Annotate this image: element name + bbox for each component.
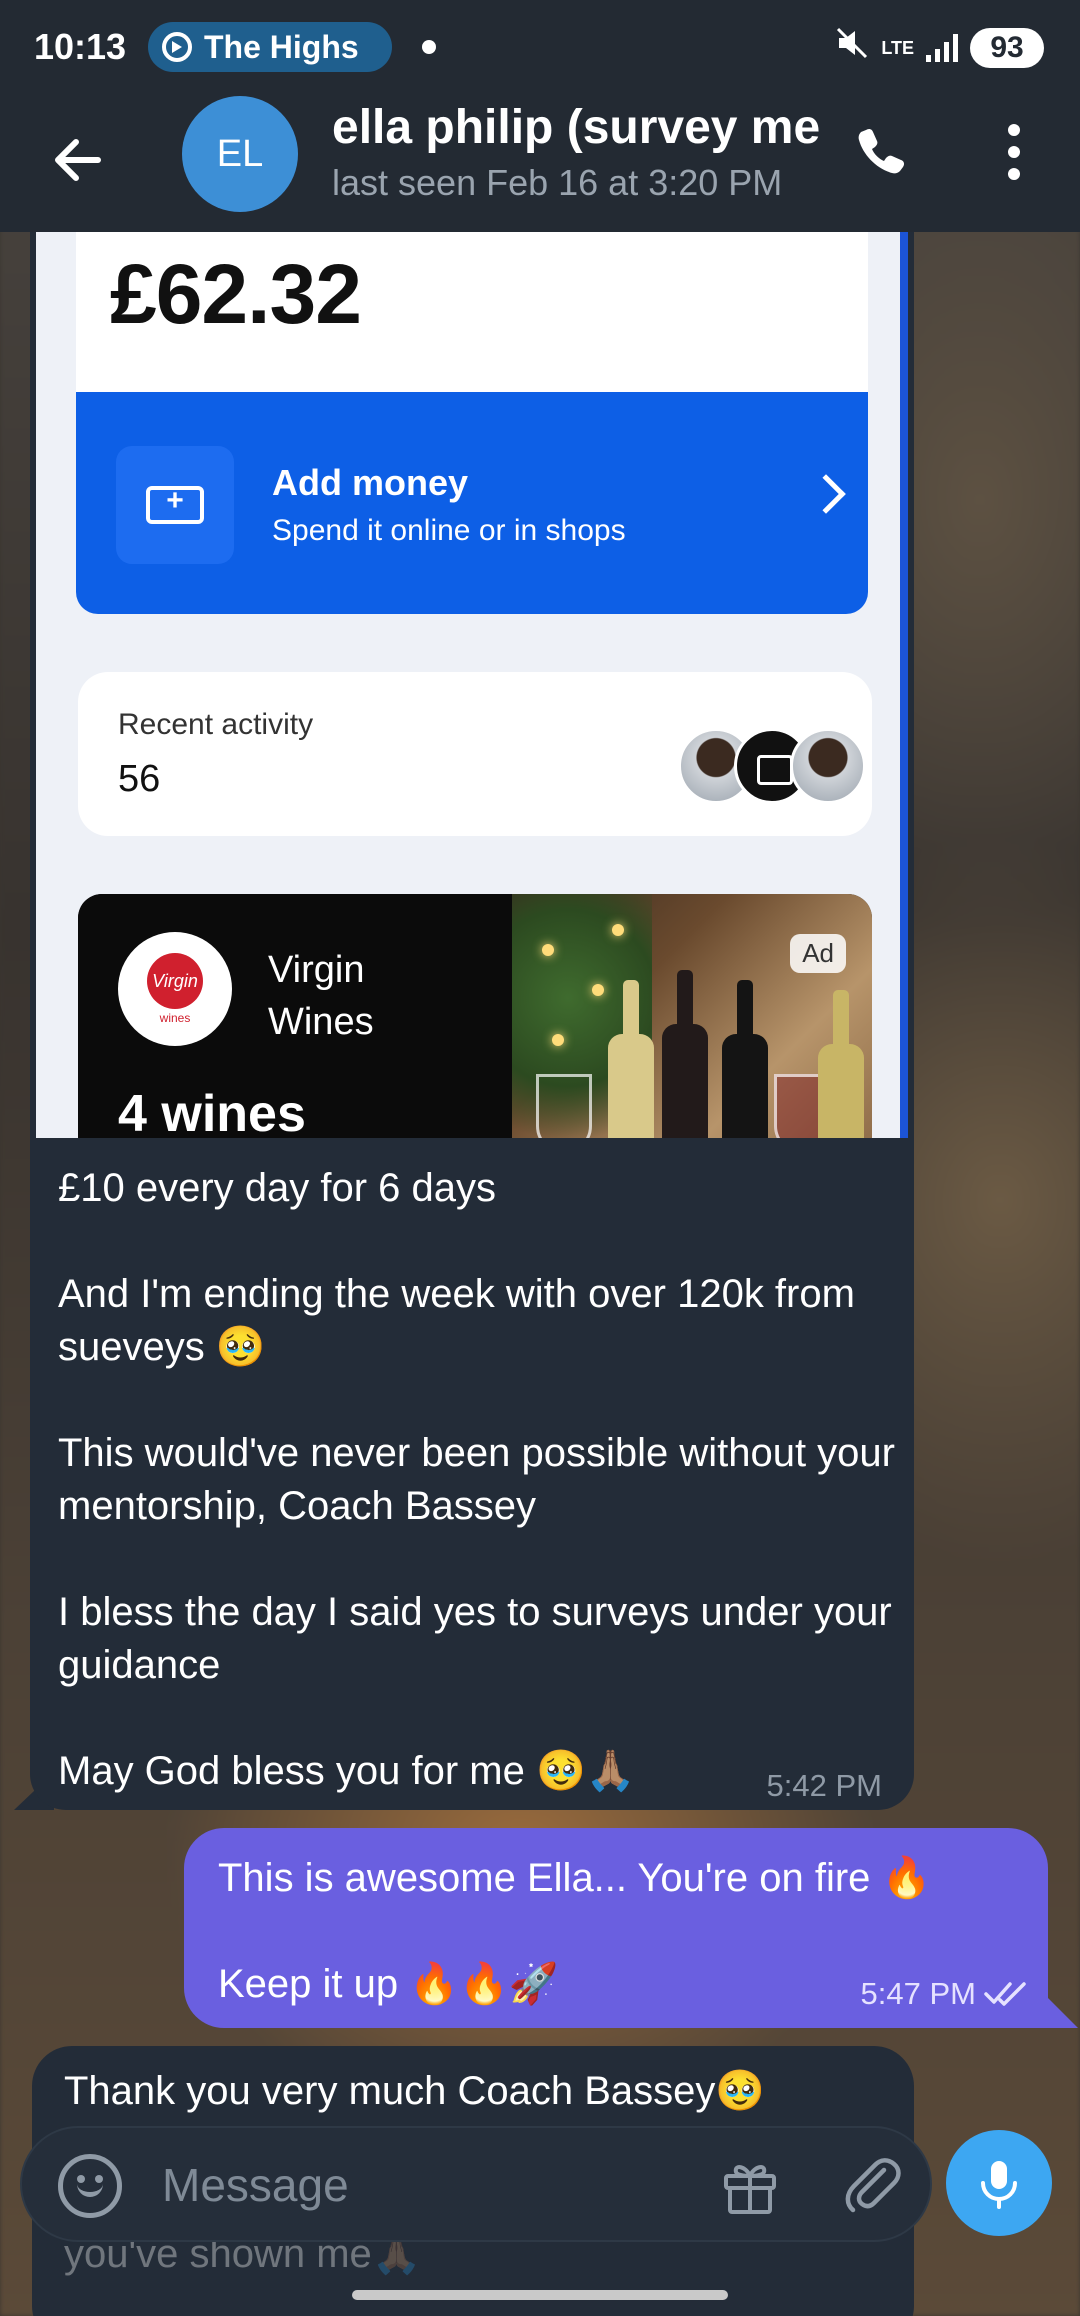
notification-pill[interactable]: The Highs xyxy=(148,22,392,72)
attached-screenshot[interactable]: £62.32 Add money Spend it online or in s… xyxy=(36,232,908,1138)
home-indicator[interactable] xyxy=(352,2290,728,2300)
microphone-icon[interactable] xyxy=(946,2130,1052,2236)
message-time: 5:47 PM xyxy=(860,1976,976,2011)
notification-text: The Highs xyxy=(204,28,359,65)
chat-header: EL ella philip (survey me last seen Feb … xyxy=(0,90,1080,232)
add-money-icon xyxy=(116,446,234,564)
more-options-icon[interactable] xyxy=(1004,124,1024,184)
chat-title[interactable]: ella philip (survey me xyxy=(332,100,820,155)
mute-icon xyxy=(835,26,869,69)
message-text: £10 every day for 6 days And I'm ending … xyxy=(58,1166,895,1793)
back-arrow-icon[interactable] xyxy=(46,128,110,192)
recent-activity-value: 56 xyxy=(118,758,161,800)
last-seen-status: last seen Feb 16 at 3:20 PM xyxy=(332,162,783,203)
status-time: 10:13 xyxy=(34,26,127,67)
signal-icon xyxy=(926,33,958,62)
avatar[interactable]: EL xyxy=(182,96,298,212)
ad-badge: Ad xyxy=(790,934,846,973)
avatar xyxy=(790,728,866,804)
emoji-icon[interactable] xyxy=(58,2154,122,2218)
notification-dot-icon xyxy=(422,40,436,54)
recent-activity-card: Recent activity 56 xyxy=(78,672,872,836)
ad-image-wine-bottles: Ad xyxy=(512,894,872,1138)
recent-activity-label: Recent activity xyxy=(118,708,314,741)
activity-avatars xyxy=(678,728,878,808)
message-text: Thank you very much Coach Bassey🥹 xyxy=(64,2069,766,2113)
incoming-message-bubble[interactable]: £62.32 Add money Spend it online or in s… xyxy=(30,232,914,1810)
ad-brand: Virgin Wines xyxy=(268,949,374,1043)
double-check-icon xyxy=(984,1978,1030,2008)
virgin-wines-logo: Virgin wines xyxy=(118,932,232,1046)
gift-icon[interactable] xyxy=(720,2156,780,2216)
play-icon xyxy=(162,32,192,62)
ad-headline: 4 wines xyxy=(118,1085,306,1138)
add-money-title: Add money xyxy=(272,462,469,503)
balance-amount: £62.32 xyxy=(76,232,868,392)
network-type: LTE xyxy=(881,37,914,58)
paperclip-icon[interactable] xyxy=(840,2152,906,2218)
chevron-right-icon xyxy=(806,474,846,514)
add-money-card: Add money Spend it online or in shops xyxy=(76,392,868,614)
message-time: 5:42 PM xyxy=(766,1768,882,1803)
message-input[interactable] xyxy=(162,2152,682,2218)
status-icons: LTE 93 xyxy=(835,26,1044,69)
status-bar: 10:13 The Highs LTE 93 xyxy=(0,0,1080,90)
outgoing-message-bubble[interactable]: This is awesome Ella... You're on fire 🔥… xyxy=(184,1828,1048,2028)
battery-icon: 93 xyxy=(970,27,1044,68)
ad-card: Virgin wines Virgin Wines 4 wines Ad xyxy=(78,894,872,1138)
ad-text-panel: Virgin wines Virgin Wines 4 wines xyxy=(78,894,512,1138)
add-money-subtitle: Spend it online or in shops xyxy=(272,514,626,547)
message-composer xyxy=(20,2126,932,2242)
phone-icon[interactable] xyxy=(848,120,912,184)
screenshot-edge xyxy=(900,232,908,1138)
